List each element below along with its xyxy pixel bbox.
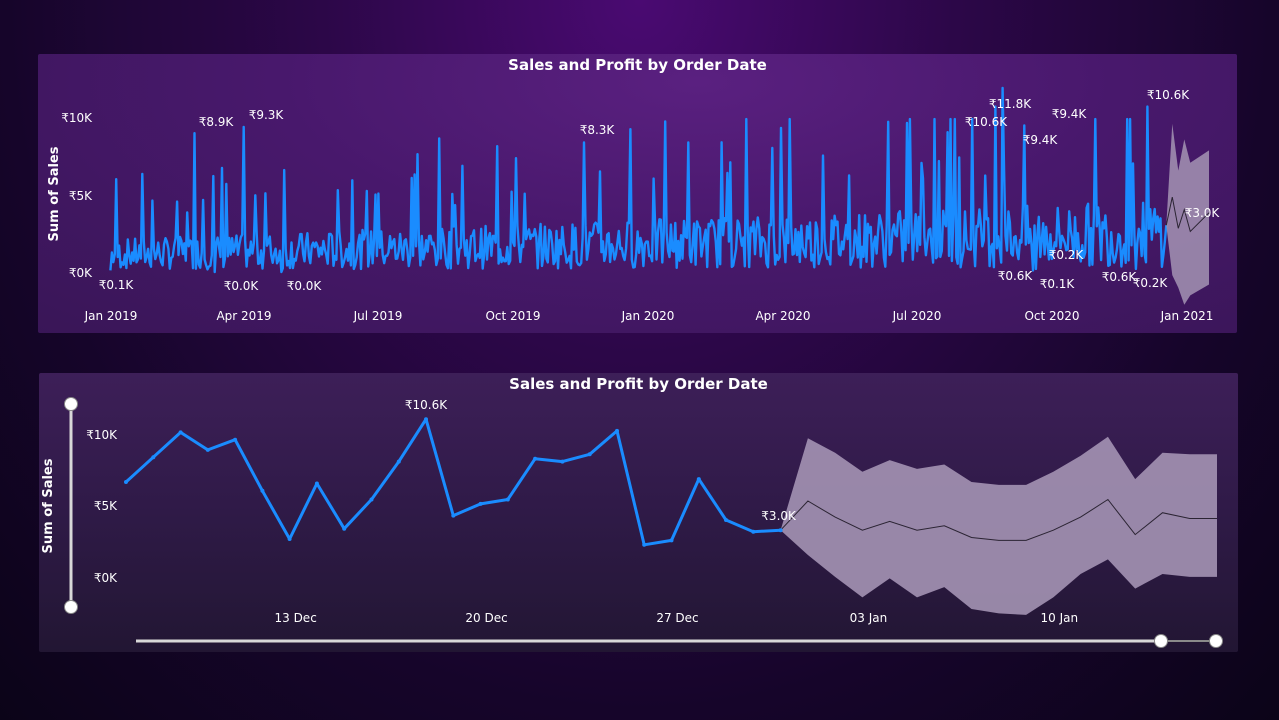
top-data-label: ₹9.4K [1052,107,1088,121]
top-data-label: ₹9.4K [1023,133,1059,147]
top-data-label: ₹10.6K [965,115,1008,129]
bottom-xtick: 27 Dec [656,611,698,625]
bottom-sales-series-line[interactable] [124,417,781,547]
bottom-data-label: ₹10.6K [405,398,448,412]
top-xtick: Oct 2019 [485,309,540,323]
bottom-data-point[interactable] [287,537,292,541]
bottom-data-point[interactable] [124,480,128,484]
top-data-label: ₹3.0K [1185,206,1221,220]
bottom-data-point[interactable] [533,456,538,461]
top-line-chart[interactable]: Sum of Sales ₹10K ₹5K ₹0K Jan 2019 Apr 20… [38,54,1237,333]
bottom-data-point[interactable] [424,417,428,422]
top-ytick: ₹10K [61,111,93,125]
bottom-ytick: ₹10K [86,428,118,442]
bottom-ytick: ₹0K [94,571,118,585]
bottom-data-label: ₹3.0K [761,509,797,523]
bottom-data-point[interactable] [560,459,565,464]
horizontal-slider-left-handle[interactable] [1154,634,1168,648]
top-data-label: ₹0.1K [99,278,135,292]
top-data-label: ₹10.6K [1147,88,1190,102]
top-y-axis-label: Sum of Sales [47,146,62,241]
top-data-label: ₹8.9K [199,115,235,129]
bottom-data-point[interactable] [233,437,238,442]
top-xtick: Jan 2020 [621,309,675,323]
bottom-data-point[interactable] [505,497,510,502]
bottom-data-point[interactable] [724,518,728,522]
bottom-data-point[interactable] [615,428,619,433]
top-xtick: Apr 2020 [755,309,810,323]
bottom-data-point[interactable] [205,447,210,452]
horizontal-slider-right-handle[interactable] [1209,634,1223,648]
top-xtick: Jan 2019 [84,309,138,323]
top-data-label: ₹0.0K [287,279,323,293]
bottom-data-point[interactable] [342,526,347,531]
top-ytick: ₹5K [69,189,93,203]
top-data-label: ₹9.3K [249,108,285,122]
top-chart-panel: Sales and Profit by Order Date Sum of Sa… [38,54,1237,333]
top-data-label: ₹0.6K [998,269,1034,283]
bottom-data-point[interactable] [696,477,701,482]
bottom-data-point[interactable] [778,528,783,533]
top-xtick: Jul 2020 [892,309,942,323]
top-xtick: Jul 2019 [353,309,403,323]
top-data-label: ₹0.0K [224,279,260,293]
bottom-forecast-band [780,436,1217,615]
bottom-data-point[interactable] [178,430,183,435]
bottom-data-point[interactable] [396,459,401,464]
top-data-label: ₹0.2K [1133,276,1169,290]
bottom-y-axis-label: Sum of Sales [41,458,56,553]
bottom-data-point[interactable] [478,501,483,506]
vertical-slider-bottom-handle[interactable] [64,600,78,614]
bottom-ytick: ₹5K [94,499,118,513]
top-data-label: ₹0.2K [1049,248,1085,262]
top-data-label: ₹11.8K [989,97,1032,111]
top-xtick: Jan 2021 [1160,309,1214,323]
bottom-data-point[interactable] [587,452,592,457]
top-data-label: ₹0.1K [1040,277,1076,291]
bottom-data-point[interactable] [669,538,674,543]
bottom-data-point[interactable] [642,542,647,547]
bottom-xtick: 13 Dec [274,611,316,625]
top-xtick: Oct 2020 [1024,309,1079,323]
bottom-data-point[interactable] [451,513,456,518]
bottom-data-point[interactable] [369,497,374,502]
bottom-xtick: 10 Jan [1041,611,1079,625]
bottom-data-point[interactable] [314,481,319,486]
bottom-chart-panel: Sales and Profit by Order Date Sum of Sa… [39,373,1238,652]
bottom-data-point[interactable] [260,488,265,493]
bottom-line-chart[interactable]: Sum of Sales ₹10K ₹5K ₹0K 13 Dec 20 Dec 27… [39,373,1238,652]
top-data-label: ₹8.3K [580,123,616,137]
top-xtick: Apr 2019 [216,309,271,323]
vertical-slider-top-handle[interactable] [64,397,78,411]
bottom-xtick: 20 Dec [465,611,507,625]
bottom-data-point[interactable] [751,529,756,534]
bottom-xtick: 03 Jan [850,611,888,625]
top-ytick: ₹0K [69,266,93,280]
bottom-data-point[interactable] [151,455,156,460]
